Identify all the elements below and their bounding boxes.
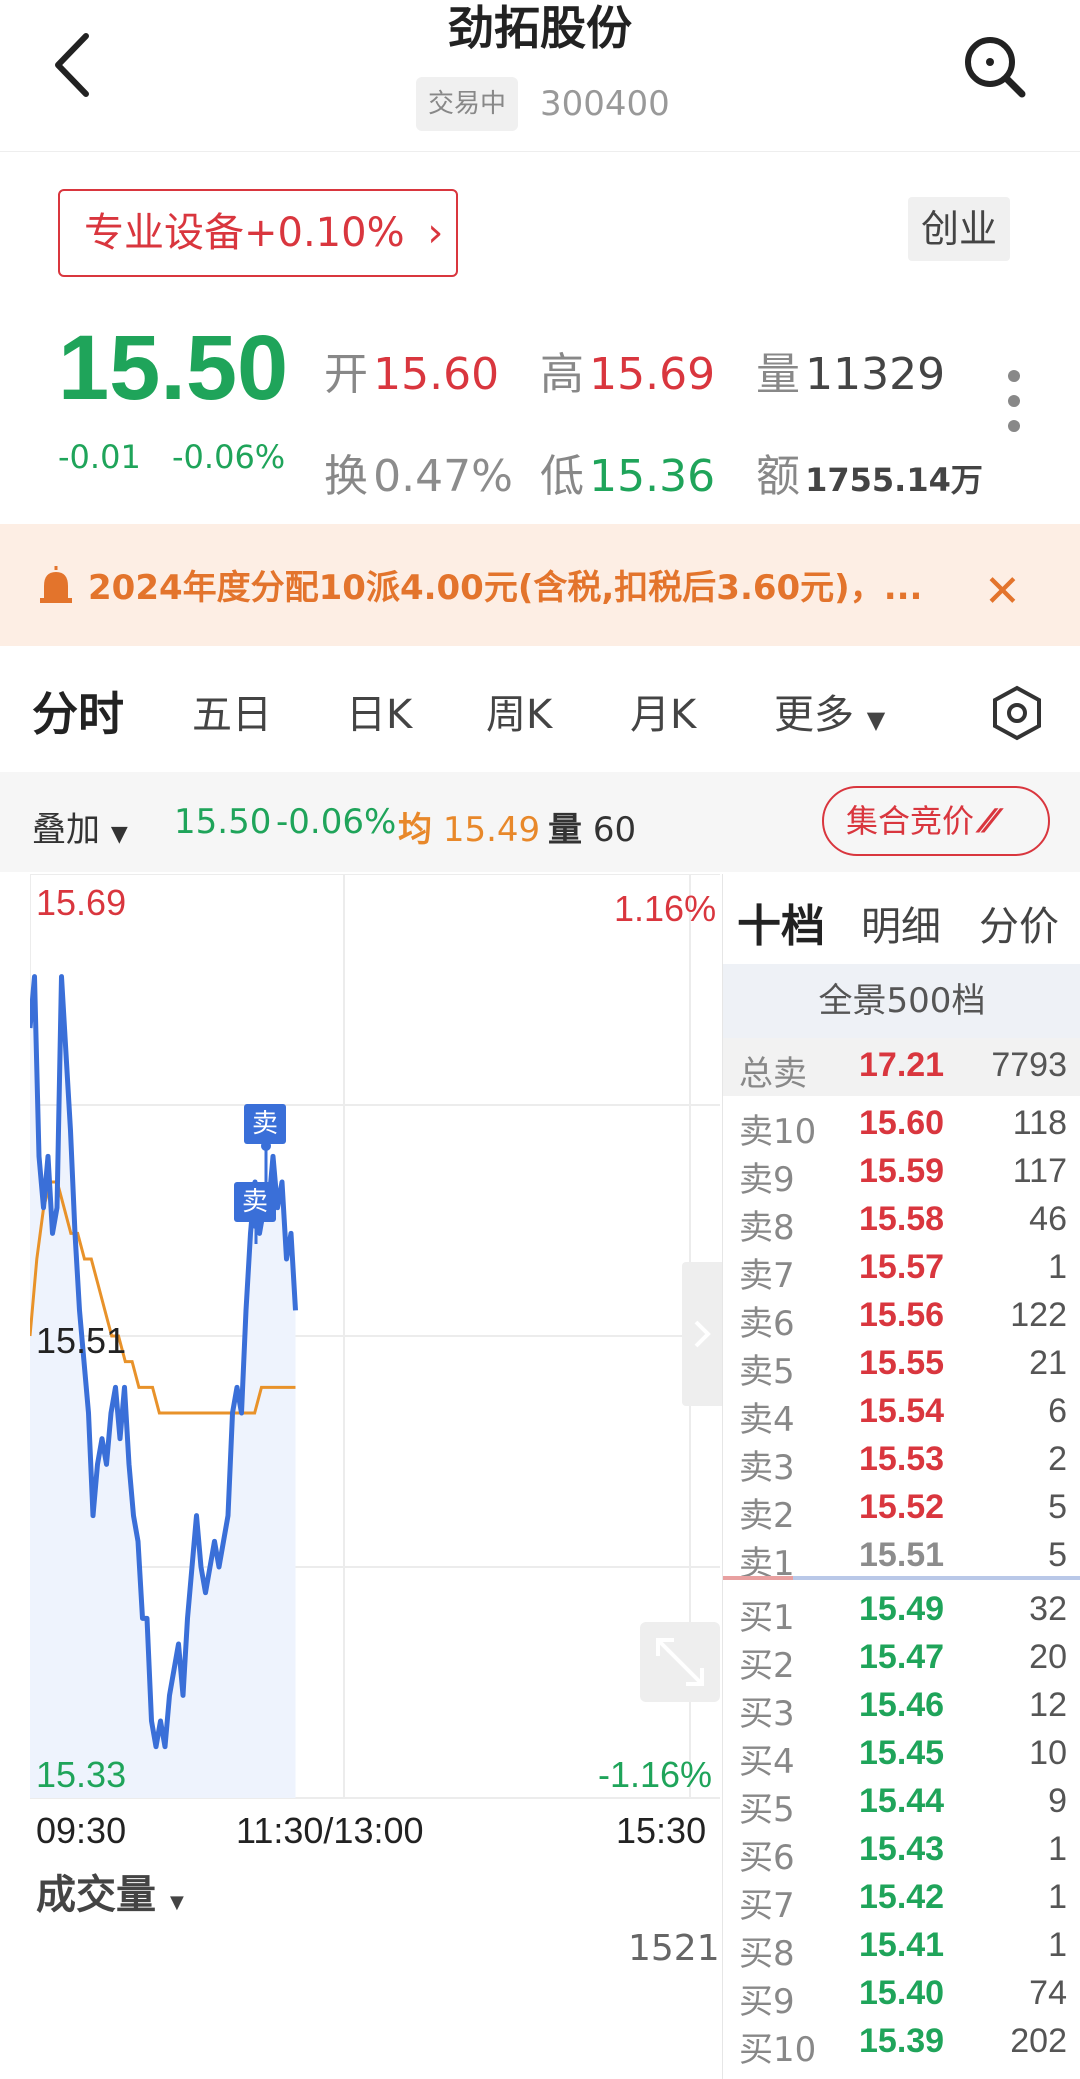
tab-price-dist[interactable]: 分价 [979, 894, 1059, 952]
ask-row[interactable]: 卖5 15.55 21 [723, 1338, 1080, 1392]
close-notice-button[interactable]: ✕ [984, 566, 1021, 617]
price-change-pct: -0.06% [172, 438, 286, 476]
turnover-stat: 换 0.47% [324, 451, 513, 502]
sell-marker[interactable]: 卖 [244, 1104, 286, 1144]
sector-button[interactable]: 专业设备+0.10% › [58, 189, 458, 277]
bid-row[interactable]: 买1 15.49 32 [723, 1584, 1080, 1638]
bid-row[interactable]: 买10 15.39 202 [723, 2016, 1080, 2070]
volume-stat: 量 11329 [756, 349, 946, 400]
tab-daily-k[interactable]: 日K [346, 682, 412, 740]
tab-intraday[interactable]: 分时 [32, 678, 124, 744]
bid-row[interactable]: 买2 15.47 20 [723, 1632, 1080, 1686]
tab-monthly-k[interactable]: 月K [630, 682, 696, 740]
ask-row[interactable]: 卖2 15.52 5 [723, 1482, 1080, 1536]
trading-status-badge: 交易中 [416, 77, 519, 131]
back-button[interactable] [40, 20, 110, 110]
order-book: 十档 明细 分价 全景500档 总卖 17.21 7793 卖10 15.60 … [722, 874, 1080, 2079]
open-stat: 开 15.60 [324, 349, 500, 400]
chart-y-top: 15.69 [36, 882, 127, 923]
ask-row[interactable]: 卖10 15.60 118 [723, 1098, 1080, 1152]
sell-marker[interactable]: 卖 [234, 1182, 276, 1222]
bid-row[interactable]: 买7 15.42 1 [723, 1872, 1080, 1926]
bid-row[interactable]: 买6 15.43 1 [723, 1824, 1080, 1878]
turnover-value: 0.47% [373, 451, 513, 502]
bid-ask-divider-red [723, 1576, 793, 1580]
notice-text: 2024年度分配10派4.00元(含税,扣税后3.60元)，... [88, 568, 923, 608]
chart-period-tabs: 分时 五日 日K 周K 月K 更多 ▼ [0, 660, 1080, 770]
amount-stat: 额 1755.14万 [756, 451, 983, 502]
volume-value: 11329 [805, 349, 946, 400]
fullscreen-button[interactable] [640, 1622, 720, 1702]
caret-down-icon: ▼ [110, 822, 128, 847]
ask-row[interactable]: 卖1 15.51 5 [723, 1530, 1080, 1584]
overlay-bar: 叠加 ▼ 15.50 -0.06% 均 15.49 量 60 集合竞价 ⁄⁄ [0, 772, 1080, 872]
chevron-right-icon: › [427, 210, 444, 256]
bid-row[interactable]: 买5 15.44 9 [723, 1776, 1080, 1830]
chart-pct-bottom: -1.16% [598, 1754, 713, 1795]
total-ask-row: 总卖 17.21 7793 [723, 1038, 1080, 1096]
board-badge: 创业 [908, 197, 1010, 261]
tab-five-day[interactable]: 五日 [192, 682, 272, 740]
sector-label: 专业设备+0.10% [84, 210, 405, 256]
bid-row[interactable]: 买9 15.40 74 [723, 1968, 1080, 2022]
settings-hexagon-icon[interactable] [988, 684, 1046, 742]
intraday-chart[interactable] [30, 874, 720, 1806]
x-tick-close: 15:30 [616, 1810, 707, 1851]
stock-code: 300400 [540, 84, 670, 124]
overlay-price: 15.50 [174, 802, 272, 842]
bid-row[interactable]: 买8 15.41 1 [723, 1920, 1080, 1974]
current-price: 15.50 [58, 317, 289, 419]
slash-icon: ⁄⁄ [984, 802, 995, 840]
high-value: 15.69 [589, 349, 716, 400]
price-change: -0.01 [58, 438, 141, 476]
caret-down-icon: ▼ [866, 706, 886, 734]
search-icon [965, 37, 1026, 98]
overlay-avg: 均 15.49 [398, 810, 541, 850]
ask-row[interactable]: 卖8 15.58 46 [723, 1194, 1080, 1248]
orderbook-tabs: 十档 明细 分价 [723, 874, 1080, 964]
tab-ten-levels[interactable]: 十档 [737, 890, 825, 954]
chart-y-mid: 15.51 [36, 1320, 127, 1361]
volume-max-label: 1521 [628, 1928, 720, 1969]
x-tick-midday: 11:30/13:00 [236, 1810, 424, 1851]
stock-name-title: 劲拓股份 [448, 1, 632, 55]
bid-row[interactable]: 买4 15.45 10 [723, 1728, 1080, 1782]
close-icon: ✕ [984, 566, 1021, 617]
high-stat: 高 15.69 [540, 349, 716, 400]
bid-row[interactable]: 买3 15.46 12 [723, 1680, 1080, 1734]
chevron-right-icon [694, 1320, 711, 1348]
low-stat: 低 15.36 [540, 451, 716, 502]
tab-weekly-k[interactable]: 周K [486, 682, 552, 740]
ask-row[interactable]: 卖7 15.57 1 [723, 1242, 1080, 1296]
tab-details[interactable]: 明细 [861, 894, 941, 952]
expand-orderbook-button[interactable] [682, 1262, 722, 1406]
fullscreen-icon [656, 1638, 704, 1686]
volume-title[interactable]: 成交量 ▼ [36, 1862, 184, 1920]
call-auction-button[interactable]: 集合竞价 ⁄⁄ [822, 786, 1050, 856]
caret-down-icon: ▼ [169, 1892, 184, 1913]
search-button[interactable] [958, 30, 1028, 100]
chevron-left-icon [55, 33, 89, 97]
overlay-pct: -0.06% [276, 802, 397, 842]
chart-pct-top: 1.16% [614, 888, 717, 929]
chart-y-bottom: 15.33 [36, 1754, 127, 1795]
ask-row[interactable]: 卖9 15.59 117 [723, 1146, 1080, 1200]
amount-value: 1755.14万 [805, 461, 983, 499]
ask-row[interactable]: 卖4 15.54 6 [723, 1386, 1080, 1440]
dividend-notice[interactable]: 2024年度分配10派4.00元(含税,扣税后3.60元)，... [0, 524, 1080, 646]
tab-more[interactable]: 更多 ▼ [774, 682, 885, 740]
alarm-bell-icon [40, 566, 72, 603]
overlay-volume: 量 60 [548, 810, 637, 850]
open-value: 15.60 [373, 349, 500, 400]
low-value: 15.36 [589, 451, 716, 502]
ask-row[interactable]: 卖3 15.53 2 [723, 1434, 1080, 1488]
header: 劲拓股份 交易中 300400 [0, 0, 1080, 152]
more-vertical-icon [1008, 370, 1020, 432]
more-options-button[interactable] [1004, 366, 1024, 436]
panorama-500-button[interactable]: 全景500档 [723, 964, 1080, 1038]
x-tick-open: 09:30 [36, 1810, 127, 1851]
ask-row[interactable]: 卖6 15.56 122 [723, 1290, 1080, 1344]
overlay-dropdown[interactable]: 叠加 ▼ [32, 802, 128, 851]
